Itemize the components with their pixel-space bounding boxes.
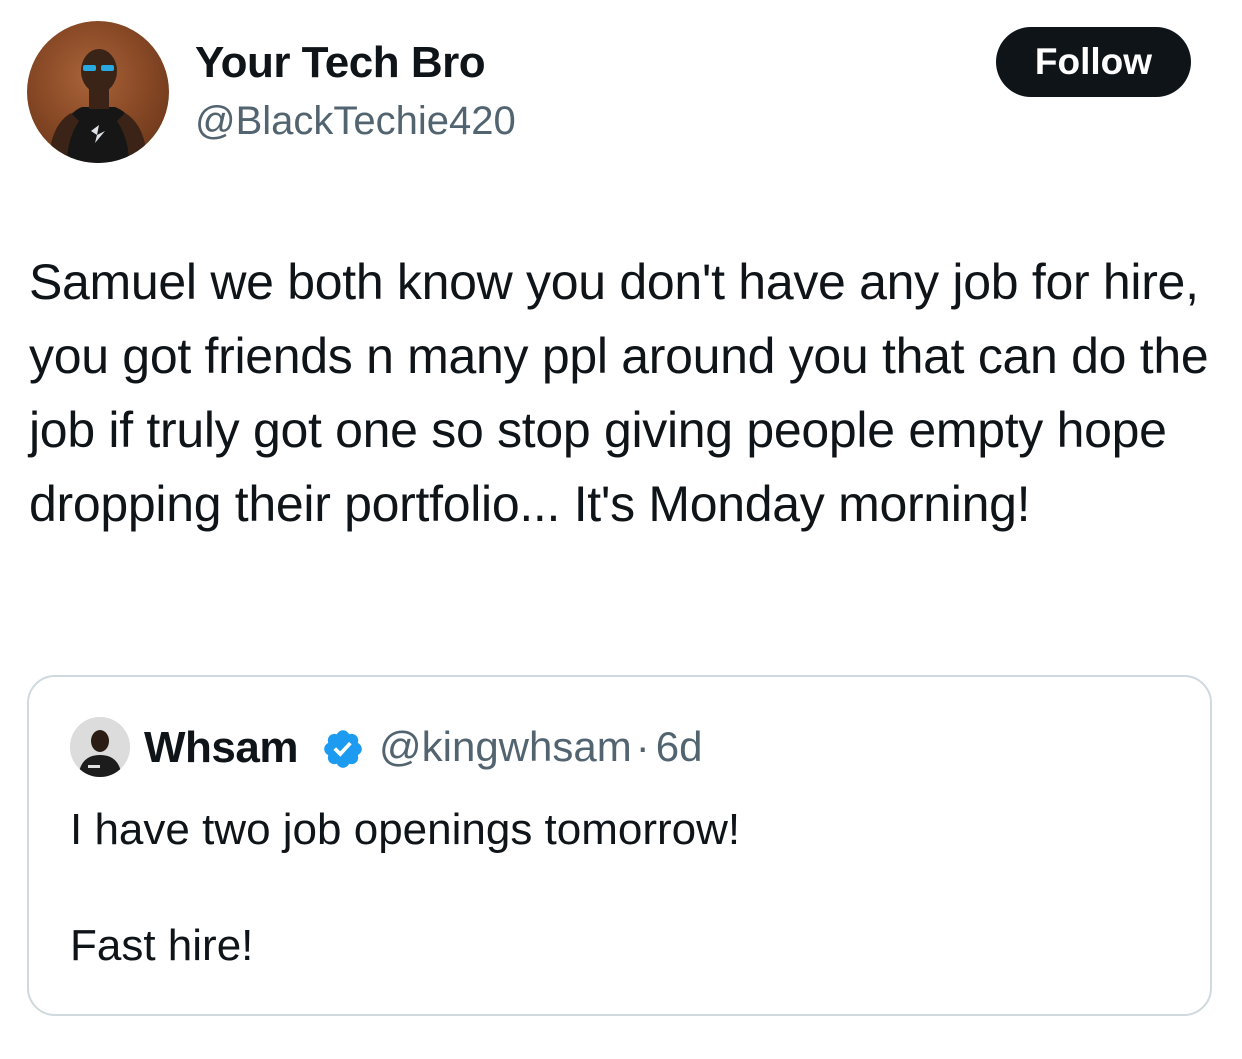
meta-separator: · [635,723,650,770]
tweet-text: Samuel we both know you don't have any j… [29,254,1209,532]
quoted-tweet[interactable]: Whsam @kingwhsam· 6d I have two job openi… [27,675,1212,1016]
quoted-avatar-image [70,717,130,777]
verified-badge-icon [324,730,362,768]
author-name[interactable]: Your Tech Bro [195,38,486,88]
author-avatar[interactable] [27,21,169,163]
tweet-card: Your Tech Bro @BlackTechie420 Follow Sam… [0,0,1242,1059]
quoted-timestamp[interactable]: 6d [656,723,703,770]
quoted-meta: @kingwhsam· 6d [379,723,702,771]
quoted-tweet-text: I have two job openings tomorrow! Fast h… [70,805,741,970]
author-avatar-image [49,49,147,163]
quoted-author-avatar[interactable] [70,717,130,777]
quoted-author-handle[interactable]: @kingwhsam [379,723,632,770]
author-handle[interactable]: @BlackTechie420 [195,99,516,144]
quoted-author-name[interactable]: Whsam [144,723,298,773]
follow-button[interactable]: Follow [996,27,1191,97]
